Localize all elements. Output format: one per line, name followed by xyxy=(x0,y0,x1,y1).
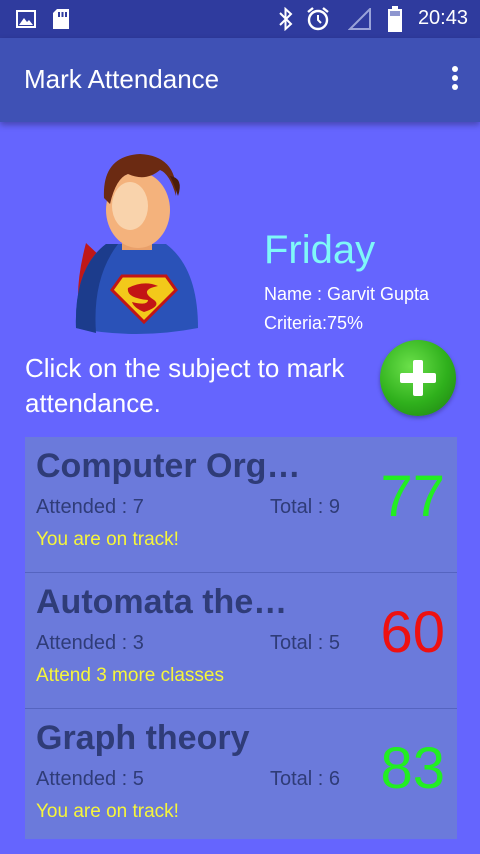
attended-count: Attended : 3 xyxy=(36,632,144,654)
app-bar: Mark Attendance xyxy=(0,38,480,122)
total-count: Total : 9 xyxy=(270,496,341,518)
subject-card-graph-theory[interactable]: Graph theory Attended : 5 Total : 6 You … xyxy=(25,709,457,839)
subject-name: Computer Org… xyxy=(36,447,301,485)
subject-name: Automata the… xyxy=(36,583,288,621)
attendance-percent: 83 xyxy=(380,736,445,801)
subject-name: Graph theory xyxy=(36,719,250,757)
sd-card-icon xyxy=(53,9,69,29)
superman-avatar-icon xyxy=(75,154,198,334)
alarm-icon xyxy=(307,7,329,31)
attendance-percent: 77 xyxy=(380,464,445,529)
attendance-percent: 60 xyxy=(380,600,445,665)
battery-icon xyxy=(388,6,402,32)
total-count: Total : 6 xyxy=(270,768,341,790)
status-message: Attend 3 more classes xyxy=(36,665,224,686)
criteria-label: Criteria:75% xyxy=(264,313,364,333)
attended-count: Attended : 7 xyxy=(36,496,144,518)
attended-count: Attended : 5 xyxy=(36,768,144,790)
subject-card-automata[interactable]: Automata the… Attended : 3 Total : 5 Att… xyxy=(25,573,457,709)
bluetooth-icon xyxy=(279,7,293,31)
add-subject-button[interactable] xyxy=(380,340,456,416)
total-count: Total : 5 xyxy=(270,632,341,654)
signal-icon xyxy=(348,8,371,30)
gallery-notification-icon xyxy=(16,10,36,28)
day-label: Friday xyxy=(264,228,376,272)
subject-card-computer-org[interactable]: Computer Org… Attended : 7 Total : 9 You… xyxy=(25,437,457,573)
page-title: Mark Attendance xyxy=(24,64,220,94)
status-message: You are on track! xyxy=(36,529,179,550)
status-bar: 20:43 xyxy=(0,0,480,38)
name-label: Name : Garvit Gupta xyxy=(264,284,430,304)
status-message: You are on track! xyxy=(36,801,179,822)
overflow-menu-icon[interactable] xyxy=(450,66,460,96)
subject-list: Computer Org… Attended : 7 Total : 9 You… xyxy=(25,437,457,839)
instruction-text: Click on the subject to mark attendance. xyxy=(25,353,345,418)
status-time: 20:43 xyxy=(417,7,468,29)
